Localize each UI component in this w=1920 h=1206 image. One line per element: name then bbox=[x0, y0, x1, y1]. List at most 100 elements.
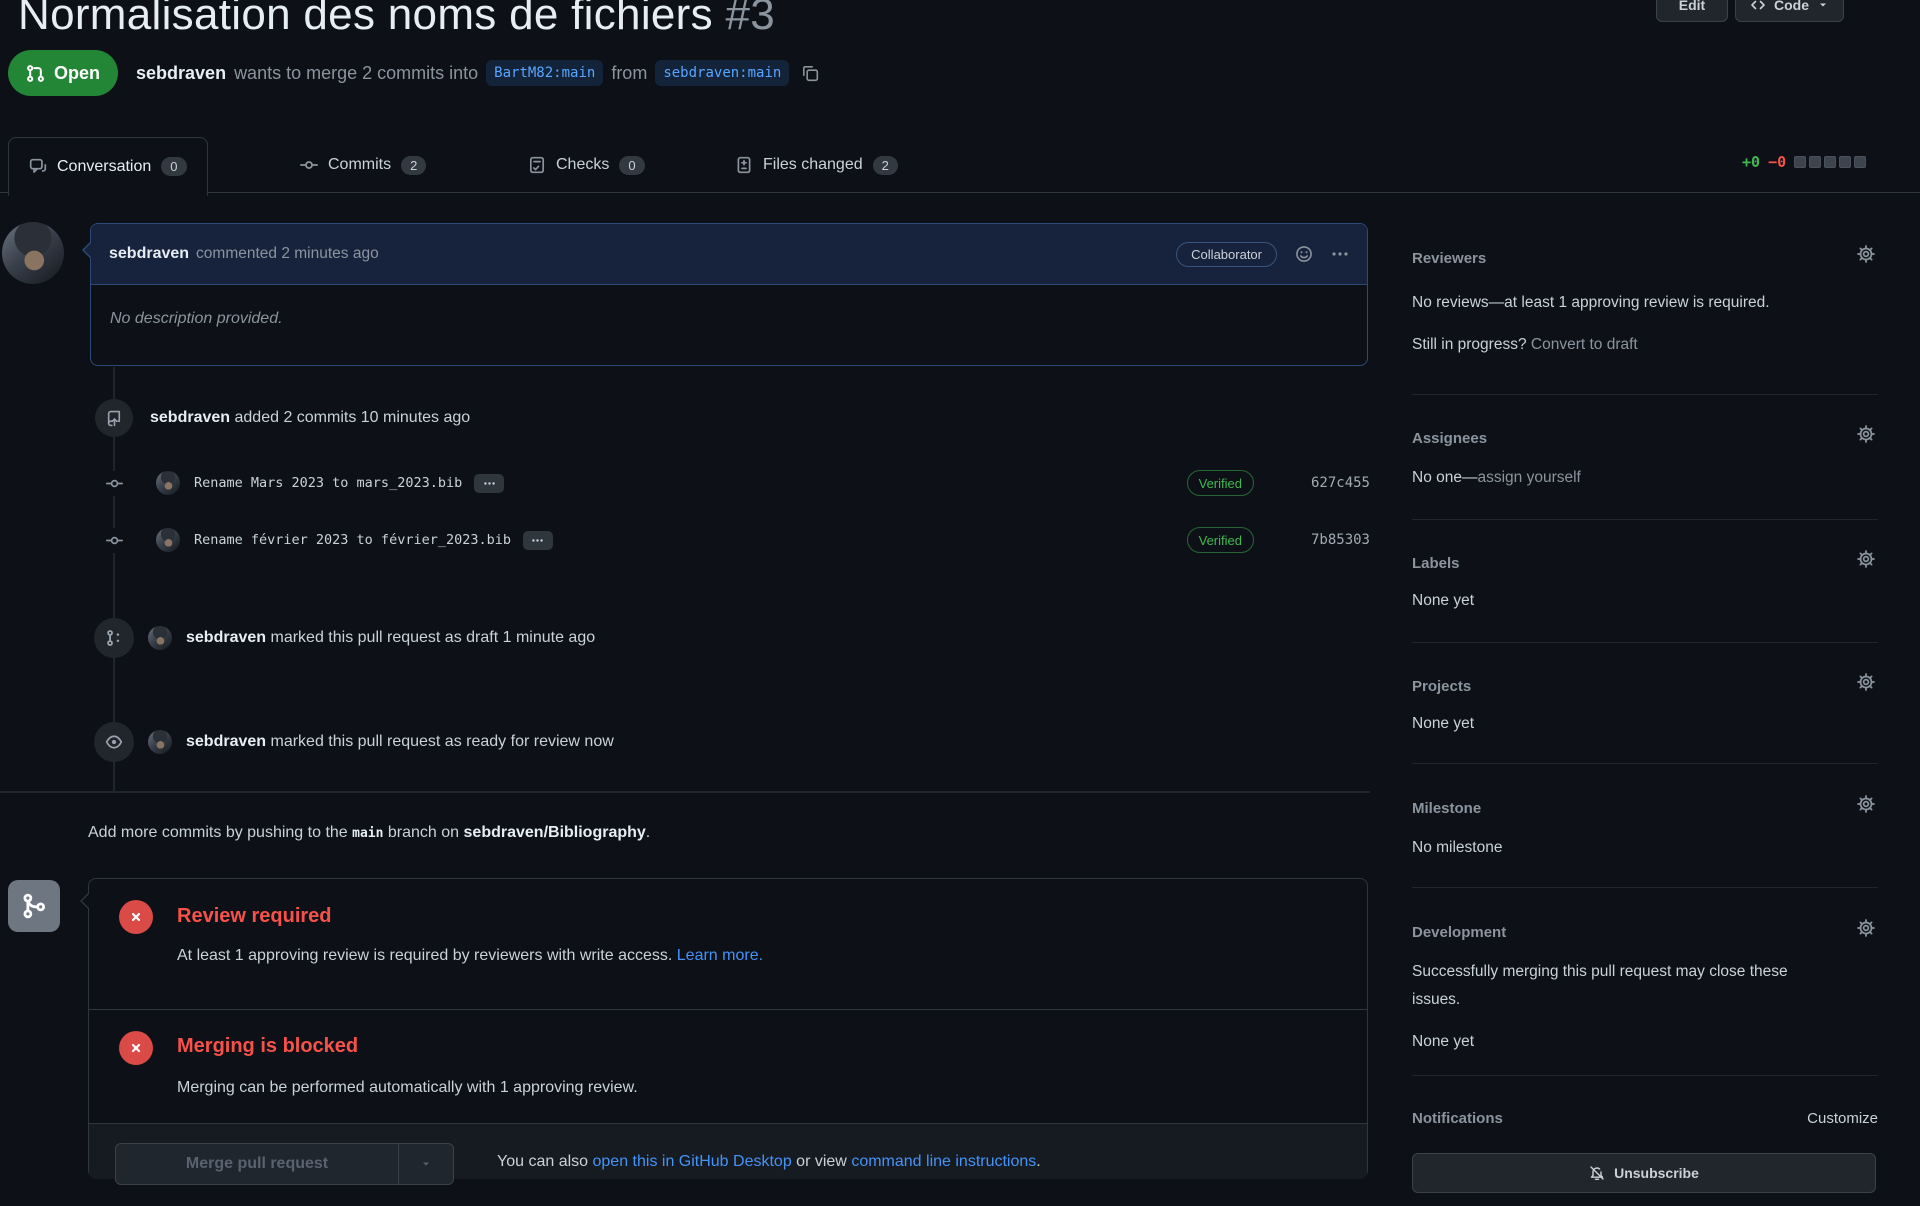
commit-sha-link[interactable]: 7b85303 bbox=[1292, 532, 1370, 548]
milestone-empty-text: No milestone bbox=[1412, 839, 1502, 857]
event-author-link[interactable]: sebdraven bbox=[150, 409, 230, 426]
code-icon bbox=[1750, 0, 1766, 13]
commit-message-link[interactable]: Rename Mars 2023 to mars_2023.bib bbox=[194, 475, 462, 491]
unsubscribe-button[interactable]: Unsubscribe bbox=[1412, 1153, 1876, 1193]
sidebar-section-milestone: Milestone No milestone bbox=[1412, 764, 1878, 888]
commit-row: Rename Mars 2023 to mars_2023.bib Verifi… bbox=[98, 470, 1370, 496]
labels-empty-text: None yet bbox=[1412, 592, 1474, 610]
pr-title-text: Normalisation des noms de fichiers bbox=[18, 0, 713, 39]
tab-checks-label: Checks bbox=[556, 156, 609, 174]
github-desktop-link[interactable]: open this in GitHub Desktop bbox=[593, 1153, 792, 1170]
avatar[interactable] bbox=[156, 471, 180, 495]
learn-more-link[interactable]: Learn more. bbox=[677, 947, 763, 964]
author-link[interactable]: sebdraven bbox=[136, 63, 226, 84]
x-circle-icon bbox=[119, 1031, 153, 1065]
file-diff-icon bbox=[735, 156, 753, 174]
edit-button[interactable]: Edit bbox=[1656, 0, 1728, 22]
diffstat-blocks bbox=[1794, 156, 1866, 168]
assignees-empty-text: No one—assign yourself bbox=[1412, 469, 1581, 487]
gear-icon[interactable] bbox=[1856, 672, 1876, 692]
gear-icon[interactable] bbox=[1856, 549, 1876, 569]
assignees-heading[interactable]: Assignees bbox=[1412, 430, 1487, 447]
review-required-title: Review required bbox=[177, 905, 332, 928]
branch-code: main bbox=[352, 826, 383, 841]
avatar[interactable] bbox=[148, 730, 172, 754]
avatar[interactable] bbox=[156, 528, 180, 552]
sidebar-section-reviewers: Reviewers No reviews—at least 1 approvin… bbox=[1412, 214, 1878, 395]
add-more-suffix: . bbox=[646, 824, 650, 841]
merging-blocked-title: Merging is blocked bbox=[177, 1035, 358, 1058]
projects-empty-text: None yet bbox=[1412, 715, 1474, 733]
comment-author-link[interactable]: sebdraven bbox=[109, 245, 189, 263]
expand-commit-button[interactable] bbox=[523, 531, 553, 550]
triangle-down-icon bbox=[1817, 0, 1829, 11]
gear-icon[interactable] bbox=[1856, 918, 1876, 938]
add-more-prefix: Add more commits by pushing to the bbox=[88, 824, 348, 841]
checklist-icon bbox=[528, 156, 546, 174]
gear-icon[interactable] bbox=[1856, 794, 1876, 814]
projects-heading[interactable]: Projects bbox=[1412, 678, 1471, 695]
tabs-divider bbox=[0, 192, 1920, 193]
gear-icon[interactable] bbox=[1856, 244, 1876, 264]
assign-yourself-link[interactable]: assign yourself bbox=[1477, 469, 1580, 486]
git-commit-icon bbox=[98, 528, 130, 553]
merge-options-dropdown[interactable] bbox=[398, 1144, 453, 1184]
gear-icon[interactable] bbox=[1856, 424, 1876, 444]
milestone-heading[interactable]: Milestone bbox=[1412, 800, 1481, 817]
edit-button-label: Edit bbox=[1679, 0, 1705, 13]
tab-checks[interactable]: Checks 0 bbox=[508, 137, 665, 193]
merge-pull-request-button[interactable]: Merge pull request bbox=[116, 1144, 398, 1184]
status-badge-label: Open bbox=[54, 63, 100, 84]
verified-badge[interactable]: Verified bbox=[1187, 527, 1254, 553]
commit-sha-link[interactable]: 627c455 bbox=[1292, 475, 1370, 491]
verified-badge[interactable]: Verified bbox=[1187, 470, 1254, 496]
notifications-heading: Notifications bbox=[1412, 1110, 1503, 1127]
kebab-icon[interactable] bbox=[1331, 245, 1349, 263]
event-author-link[interactable]: sebdraven bbox=[186, 629, 266, 646]
tab-commits[interactable]: Commits 2 bbox=[280, 137, 446, 193]
expand-commit-button[interactable] bbox=[474, 474, 504, 493]
development-description: Successfully merging this pull request m… bbox=[1412, 958, 1822, 1014]
smiley-icon[interactable] bbox=[1295, 245, 1313, 263]
labels-heading[interactable]: Labels bbox=[1412, 555, 1460, 572]
alt-middle: or view bbox=[796, 1153, 847, 1170]
convert-to-draft-link[interactable]: Convert to draft bbox=[1531, 336, 1638, 353]
commit-message-link[interactable]: Rename février 2023 to février_2023.bib bbox=[194, 532, 511, 548]
sidebar-section-labels: Labels None yet bbox=[1412, 520, 1878, 643]
alt-prefix: You can also bbox=[497, 1153, 588, 1170]
pr-number: #3 bbox=[725, 0, 775, 39]
from-text: from bbox=[611, 63, 647, 84]
customize-link[interactable]: Customize bbox=[1807, 1110, 1878, 1127]
code-button-label: Code bbox=[1774, 0, 1809, 13]
git-pull-request-draft-icon bbox=[94, 618, 134, 658]
base-branch-label[interactable]: BartM82:main bbox=[486, 60, 603, 86]
comment-meta: commented 2 minutes ago bbox=[196, 245, 379, 263]
sidebar-section-assignees: Assignees No one—assign yourself bbox=[1412, 395, 1878, 520]
unsubscribe-button-label: Unsubscribe bbox=[1614, 1165, 1699, 1181]
event-description: added 2 commits 10 minutes ago bbox=[235, 409, 471, 426]
code-button[interactable]: Code bbox=[1735, 0, 1844, 22]
event-description: marked this pull request as draft 1 minu… bbox=[271, 629, 596, 646]
review-required-section: Review required At least 1 approving rev… bbox=[89, 879, 1367, 1010]
tab-files-changed-label: Files changed bbox=[763, 156, 863, 174]
avatar[interactable] bbox=[148, 626, 172, 650]
event-author-link[interactable]: sebdraven bbox=[186, 733, 266, 750]
diffstat-additions: +0 bbox=[1742, 153, 1760, 171]
section-divider bbox=[0, 791, 1370, 793]
merge-alternatives-text: You can also open this in GitHub Desktop… bbox=[497, 1153, 1041, 1171]
comment-header: sebdraven commented 2 minutes ago Collab… bbox=[91, 224, 1367, 285]
avatar[interactable] bbox=[2, 222, 64, 284]
timeline-event-ready: sebdraven marked this pull request as re… bbox=[94, 722, 614, 762]
tab-files-changed[interactable]: Files changed 2 bbox=[715, 137, 918, 193]
eye-icon bbox=[94, 722, 134, 762]
tab-conversation[interactable]: Conversation 0 bbox=[8, 137, 208, 196]
command-line-link[interactable]: command line instructions bbox=[851, 1153, 1036, 1170]
reviewers-heading[interactable]: Reviewers bbox=[1412, 250, 1486, 267]
head-branch-label[interactable]: sebdraven:main bbox=[655, 60, 789, 86]
tab-conversation-count: 0 bbox=[161, 157, 186, 176]
tab-commits-count: 2 bbox=[401, 156, 426, 175]
development-heading[interactable]: Development bbox=[1412, 924, 1506, 941]
timeline-event-draft: sebdraven marked this pull request as dr… bbox=[94, 618, 595, 658]
sidebar-section-projects: Projects None yet bbox=[1412, 643, 1878, 764]
copy-icon[interactable] bbox=[801, 64, 819, 82]
